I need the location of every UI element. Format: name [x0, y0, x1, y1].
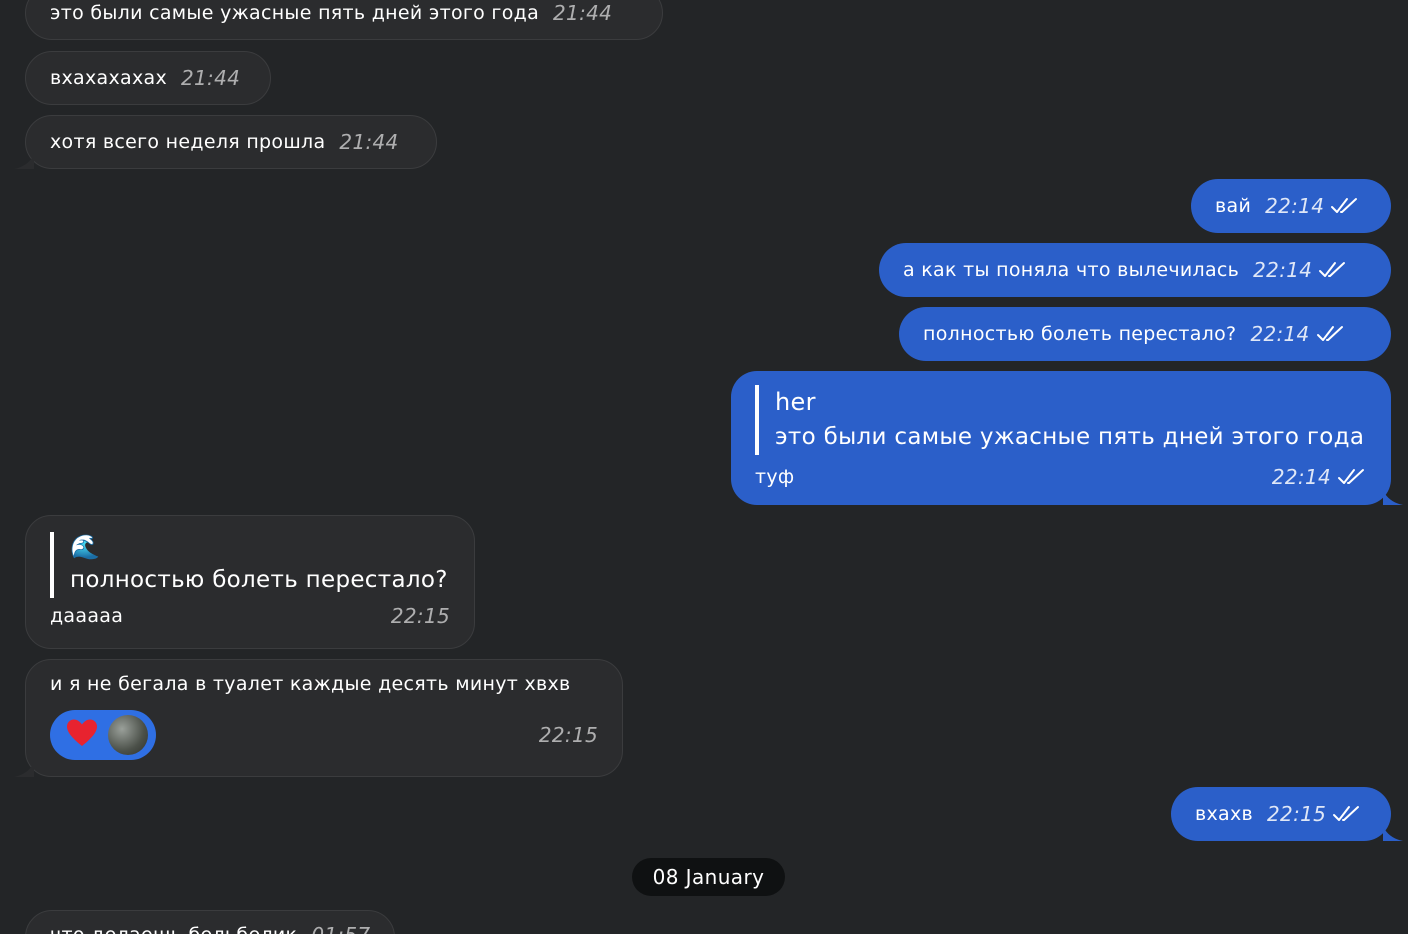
- message-text: дааааа: [50, 605, 124, 627]
- message-time: 22:15: [538, 723, 598, 747]
- outgoing-message[interactable]: вай 22:14: [1191, 179, 1391, 233]
- message-time: 01:57: [311, 923, 370, 934]
- avatar: [108, 715, 148, 755]
- outgoing-message[interactable]: а как ты поняла что вылечилась 22:14: [879, 243, 1391, 297]
- reaction-chip[interactable]: [50, 710, 156, 760]
- reply-text: это были самые ужасные пять дней этого г…: [775, 424, 1365, 450]
- outgoing-reply-message[interactable]: her это были самые ужасные пять дней это…: [731, 371, 1403, 505]
- message-time: 22:14: [1271, 465, 1331, 489]
- message-time: 22:14: [1265, 194, 1325, 218]
- message-text: что делаешь бельбелик: [50, 923, 297, 934]
- message-text: вхахахахах: [50, 67, 167, 89]
- double-check-icon: [1337, 467, 1367, 487]
- message-time: 21:44: [181, 66, 241, 90]
- double-check-icon: [1318, 260, 1348, 280]
- heart-icon: [66, 718, 98, 753]
- message-time: 22:14: [1250, 322, 1310, 346]
- reply-quote[interactable]: 🌊 полностью болеть перестало?: [50, 532, 450, 598]
- outgoing-message[interactable]: вхахв 22:15: [1171, 787, 1403, 841]
- bubble-tail: [14, 153, 34, 169]
- message-time: 21:44: [553, 1, 613, 25]
- message-text: и я не бегала в туалет каждые десять мин…: [50, 673, 571, 695]
- bubble-tail: [1383, 489, 1403, 505]
- date-separator: 08 January: [632, 858, 785, 896]
- message-text: а как ты поняла что вылечилась: [903, 259, 1240, 281]
- message-time: 22:15: [1267, 802, 1327, 826]
- incoming-message[interactable]: это были самые ужасные пять дней этого г…: [25, 0, 663, 40]
- incoming-message[interactable]: и я не бегала в туалет каждые десять мин…: [14, 659, 623, 777]
- incoming-reply-message[interactable]: 🌊 полностью болеть перестало? дааааа 22:…: [25, 515, 475, 649]
- reply-text: полностью болеть перестало?: [70, 567, 448, 593]
- outgoing-message[interactable]: полностью болеть перестало? 22:14: [899, 307, 1391, 361]
- double-check-icon: [1332, 804, 1362, 824]
- chat-view[interactable]: это были самые ужасные пять дней этого г…: [0, 0, 1408, 934]
- reply-author: her: [775, 388, 816, 416]
- incoming-message[interactable]: что делаешь бельбелик 01:57: [25, 910, 395, 934]
- message-text: полностью болеть перестало?: [923, 323, 1237, 345]
- message-time: 21:44: [339, 130, 399, 154]
- message-text: туф: [755, 466, 795, 488]
- message-text: хотя всего неделя прошла: [50, 131, 326, 153]
- incoming-message[interactable]: хотя всего неделя прошла 21:44: [14, 115, 437, 169]
- message-text: вхахв: [1195, 803, 1254, 825]
- incoming-message[interactable]: вхахахахах 21:44: [25, 51, 271, 105]
- reply-quote[interactable]: her это были самые ужасные пять дней это…: [755, 385, 1367, 455]
- double-check-icon: [1316, 324, 1346, 344]
- bubble-tail: [1383, 825, 1403, 841]
- wave-icon: 🌊: [70, 533, 101, 561]
- message-time: 22:14: [1253, 258, 1313, 282]
- message-text: вай: [1215, 195, 1252, 217]
- message-text: это были самые ужасные пять дней этого г…: [50, 2, 540, 24]
- bubble-tail: [14, 761, 34, 777]
- message-time: 22:15: [390, 604, 450, 628]
- double-check-icon: [1330, 196, 1360, 216]
